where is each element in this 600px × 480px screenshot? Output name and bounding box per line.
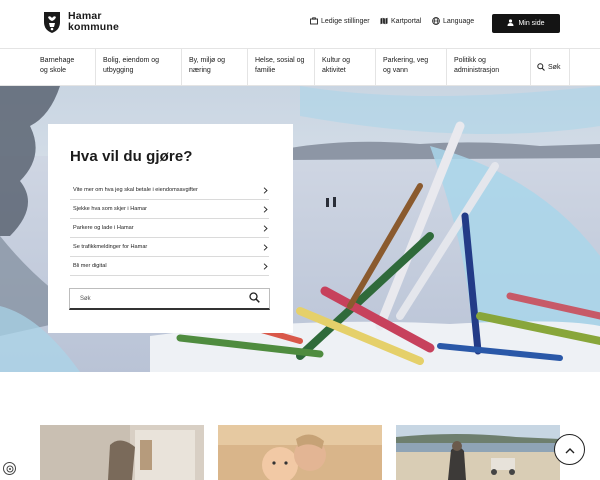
nav-label-line2: og skole <box>40 67 67 74</box>
task-link-traffic[interactable]: Se trafikkmeldinger for Hamar <box>70 238 269 257</box>
nav-label-line2: administrasjon <box>454 67 500 74</box>
news-tile-1-image[interactable] <box>40 425 204 480</box>
nav-label-line1: By, miljø og <box>189 57 226 64</box>
nav-item-environment[interactable]: By, miljø og næring <box>182 49 248 86</box>
task-link-label: Parkere og lade i Hamar <box>73 225 134 231</box>
brand-name-line2: kommune <box>68 21 119 33</box>
task-link-label: Se trafikkmeldinger for Hamar <box>73 244 148 250</box>
search-icon[interactable] <box>249 292 260 305</box>
jobs-label: Ledige stillinger <box>321 17 370 25</box>
nav-label-line2: aktivitet <box>322 67 346 74</box>
chevron-up-icon <box>565 441 575 459</box>
briefcase-icon <box>310 17 318 25</box>
hero-search-placeholder: Søk <box>80 295 91 302</box>
language-label: Language <box>443 17 475 25</box>
nav-label-line1: Parkering, veg <box>383 57 429 64</box>
nav-label-line2: utbygging <box>103 67 134 74</box>
nav-label-line2: familie <box>255 67 276 74</box>
nav-item-housing[interactable]: Bolig, eiendom og utbygging <box>96 49 182 86</box>
nav-item-culture[interactable]: Kultur og aktivitet <box>315 49 376 86</box>
globe-icon <box>432 17 440 25</box>
map-label: Kartportal <box>391 17 422 25</box>
main-nav: Barnehage og skole Bolig, eiendom og utb… <box>0 48 600 86</box>
nav-search-label: Søk <box>548 64 561 71</box>
chevron-right-icon <box>261 186 269 194</box>
language-link[interactable]: Language <box>432 17 474 25</box>
nav-item-health[interactable]: Helse, sosial og familie <box>248 49 315 86</box>
nav-label-line2: og vann <box>383 67 408 74</box>
nav-label-line2: næring <box>189 67 211 74</box>
task-links: Vite mer om hva jeg skal betale i eiendo… <box>70 181 269 276</box>
news-tile-3-image[interactable] <box>396 425 560 480</box>
hero-banner: Hva vil du gjøre? Vite mer om hva jeg sk… <box>0 86 600 372</box>
chevron-right-icon <box>261 243 269 251</box>
search-icon <box>537 62 545 73</box>
task-link-parking[interactable]: Parkere og lade i Hamar <box>70 219 269 238</box>
task-card-title: Hva vil du gjøre? <box>70 148 193 165</box>
news-tile-2-image[interactable] <box>218 425 382 480</box>
task-card: Hva vil du gjøre? Vite mer om hva jeg sk… <box>48 124 293 333</box>
accessibility-icon <box>6 460 14 478</box>
map-icon <box>380 17 388 25</box>
jobs-link[interactable]: Ledige stillinger <box>310 17 370 25</box>
hero-search-input[interactable]: Søk <box>69 288 270 310</box>
home-logo-link[interactable]: Hamar kommune <box>41 10 119 34</box>
chevron-right-icon <box>261 262 269 270</box>
nav-label-line1: Politikk og <box>454 57 486 64</box>
user-icon <box>507 19 514 28</box>
nav-item-school[interactable]: Barnehage og skole <box>33 49 96 86</box>
nav-item-parking[interactable]: Parkering, veg og vann <box>376 49 447 86</box>
scroll-to-top-button[interactable] <box>554 434 585 465</box>
my-page-button[interactable]: Min side <box>492 14 560 33</box>
nav-label-line1: Helse, sosial og <box>255 57 305 64</box>
nav-label-line1: Kultur og <box>322 57 351 64</box>
task-link-label: Sjekke hva som skjer i Hamar <box>73 206 147 212</box>
task-link-events[interactable]: Sjekke hva som skjer i Hamar <box>70 200 269 219</box>
map-link[interactable]: Kartportal <box>380 17 421 25</box>
site-header: Hamar kommune Ledige stillinger Kartport… <box>0 0 600 48</box>
task-link-property-tax[interactable]: Vite mer om hva jeg skal betale i eiendo… <box>70 181 269 200</box>
task-link-label: Bli mer digital <box>73 263 107 269</box>
coat-of-arms-icon <box>41 10 63 34</box>
task-link-digital[interactable]: Bli mer digital <box>70 257 269 276</box>
nav-item-politics[interactable]: Politikk og administrasjon <box>447 49 530 86</box>
task-link-label: Vite mer om hva jeg skal betale i eiendo… <box>73 187 198 193</box>
nav-label-line1: Bolig, eiendom og <box>103 57 160 64</box>
my-page-label: Min side <box>518 20 545 27</box>
nav-search-button[interactable]: Søk <box>530 49 570 86</box>
chevron-right-icon <box>261 205 269 213</box>
nav-label-line1: Barnehage <box>40 57 75 64</box>
accessibility-widget-button[interactable] <box>3 462 16 475</box>
chevron-right-icon <box>261 224 269 232</box>
